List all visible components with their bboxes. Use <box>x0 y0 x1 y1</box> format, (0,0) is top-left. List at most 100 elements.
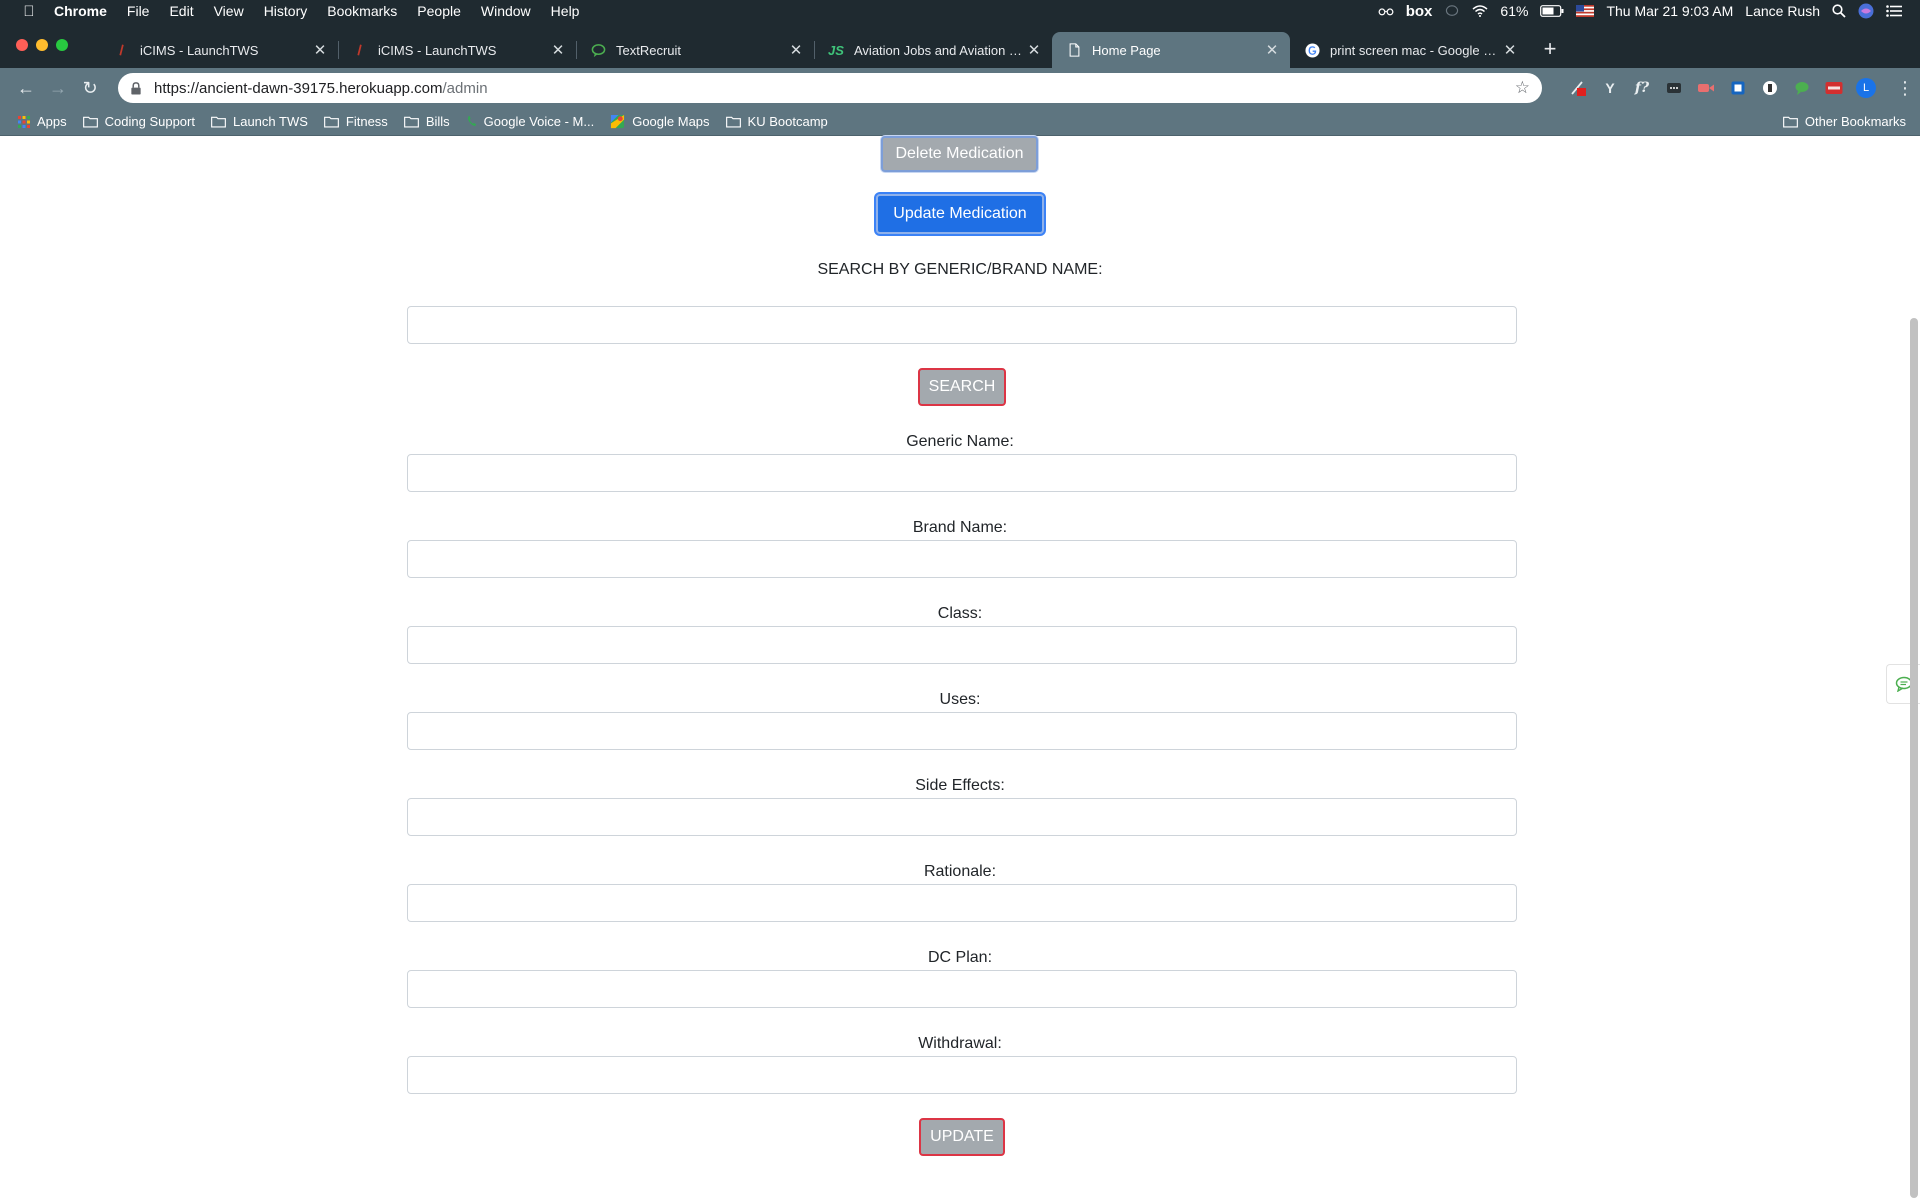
menu-view[interactable]: View <box>214 3 244 19</box>
withdrawal-input[interactable] <box>407 1056 1517 1094</box>
battery-percent: 61% <box>1500 3 1529 19</box>
address-url[interactable]: https://ancient-dawn-39175.herokuapp.com… <box>154 80 1515 97</box>
forward-arrow-icon[interactable]: → <box>42 78 74 99</box>
browser-tab-google-search[interactable]: print screen mac - Google Sear ✕ <box>1290 32 1528 68</box>
rationale-input[interactable] <box>407 884 1517 922</box>
bookmark-google-voice[interactable]: Google Voice - M... <box>466 114 594 129</box>
menu-bookmarks[interactable]: Bookmarks <box>327 3 397 19</box>
new-tab-icon[interactable]: + <box>1536 36 1564 64</box>
minimize-window-icon[interactable] <box>36 39 48 51</box>
page-scrollbar[interactable] <box>1910 318 1918 1198</box>
window-controls <box>16 39 68 51</box>
folder-icon <box>1782 116 1798 128</box>
close-tab-icon[interactable]: ✕ <box>1026 41 1042 59</box>
page-content: Delete Medication Update Medication SEAR… <box>0 136 1920 1200</box>
class-input[interactable] <box>407 626 1517 664</box>
battery-icon[interactable] <box>1540 5 1564 17</box>
bookmark-label: Google Maps <box>632 114 710 129</box>
menubar-clock[interactable]: Thu Mar 21 9:03 AM <box>1606 3 1733 19</box>
brand-name-input[interactable] <box>407 540 1517 578</box>
menu-history[interactable]: History <box>264 3 308 19</box>
dc-plan-label: DC Plan: <box>927 949 993 966</box>
menu-window[interactable]: Window <box>481 3 531 19</box>
google-maps-icon <box>611 114 625 129</box>
side-effects-label: Side Effects: <box>915 777 1005 794</box>
bookmark-folder-coding-support[interactable]: Coding Support <box>82 114 195 129</box>
extension-circle-icon[interactable] <box>1760 78 1780 98</box>
close-tab-icon[interactable]: ✕ <box>312 41 328 59</box>
close-tab-icon[interactable]: ✕ <box>550 41 566 59</box>
reload-icon[interactable]: ↻ <box>74 78 106 99</box>
bookmark-label: Coding Support <box>104 114 195 129</box>
browser-tabstrip: iCIMS - LaunchTWS ✕ iCIMS - LaunchTWS ✕ … <box>0 22 1920 68</box>
update-button[interactable]: UPDATE <box>919 1118 1005 1156</box>
extension-icons: Y f? L ⋮ <box>1568 78 1914 99</box>
menu-file[interactable]: File <box>127 3 150 19</box>
profile-avatar[interactable]: L <box>1856 78 1876 98</box>
extension-y-icon[interactable]: Y <box>1600 78 1620 98</box>
lock-icon[interactable] <box>130 81 142 95</box>
delete-medication-button[interactable]: Delete Medication <box>881 136 1038 172</box>
folder-icon <box>403 116 419 128</box>
bookmark-folder-ku-bootcamp[interactable]: KU Bootcamp <box>725 114 828 129</box>
browser-tab-icims-1[interactable]: iCIMS - LaunchTWS ✕ <box>100 32 338 68</box>
search-label: SEARCH BY GENERIC/BRAND NAME: <box>817 261 1103 278</box>
close-tab-icon[interactable]: ✕ <box>1264 41 1280 59</box>
fullscreen-window-icon[interactable] <box>56 39 68 51</box>
close-window-icon[interactable] <box>16 39 28 51</box>
search-button[interactable]: SEARCH <box>918 368 1006 406</box>
bookmark-folder-other[interactable]: Other Bookmarks <box>1782 114 1906 129</box>
search-input[interactable] <box>407 306 1517 344</box>
address-bar[interactable]: https://ancient-dawn-39175.herokuapp.com… <box>118 73 1542 103</box>
bookmarks-bar: Apps Coding Support Launch TWS Fitness B… <box>0 108 1920 136</box>
extension-cors-icon[interactable] <box>1824 78 1844 98</box>
close-tab-icon[interactable]: ✕ <box>1502 41 1518 59</box>
back-arrow-icon[interactable]: ← <box>10 78 42 99</box>
google-icon <box>1304 42 1320 58</box>
extension-video-icon[interactable] <box>1696 78 1716 98</box>
menubar-user[interactable]: Lance Rush <box>1745 3 1820 19</box>
document-icon <box>1066 42 1082 58</box>
browser-toolbar: ← → ↻ https://ancient-dawn-39175.herokua… <box>0 68 1920 108</box>
close-tab-icon[interactable]: ✕ <box>788 41 804 59</box>
extension-square-icon[interactable] <box>1728 78 1748 98</box>
extension-dots-icon[interactable] <box>1664 78 1684 98</box>
extension-red-pen-icon[interactable] <box>1568 78 1588 98</box>
chat-status-icon[interactable] <box>1444 5 1460 17</box>
us-flag-icon[interactable] <box>1576 5 1595 17</box>
icims-icon <box>114 42 130 58</box>
bookmark-google-maps[interactable]: Google Maps <box>610 114 710 129</box>
bookmark-folder-launch-tws[interactable]: Launch TWS <box>211 114 308 129</box>
box-icon[interactable]: box <box>1406 3 1433 20</box>
extension-function-icon[interactable]: f? <box>1632 78 1652 98</box>
reader-glasses-icon[interactable] <box>1378 5 1394 17</box>
extension-chat-icon[interactable] <box>1792 78 1812 98</box>
spotlight-search-icon[interactable] <box>1832 4 1846 18</box>
menu-edit[interactable]: Edit <box>169 3 193 19</box>
folder-icon <box>725 116 741 128</box>
siri-icon[interactable] <box>1858 3 1874 19</box>
withdrawal-label: Withdrawal: <box>918 1035 1002 1052</box>
browser-tab-icims-2[interactable]: iCIMS - LaunchTWS ✕ <box>338 32 576 68</box>
generic-name-input[interactable] <box>407 454 1517 492</box>
bookmark-folder-bills[interactable]: Bills <box>403 114 450 129</box>
bookmark-folder-fitness[interactable]: Fitness <box>324 114 388 129</box>
dc-plan-input[interactable] <box>407 970 1517 1008</box>
wifi-icon[interactable] <box>1472 5 1488 17</box>
uses-input[interactable] <box>407 712 1517 750</box>
folder-icon <box>82 116 98 128</box>
tab-title: print screen mac - Google Sear <box>1330 42 1502 58</box>
menu-app-chrome[interactable]: Chrome <box>54 3 107 19</box>
bookmark-apps[interactable]: Apps <box>18 114 67 129</box>
chrome-menu-icon[interactable]: ⋮ <box>1896 78 1914 99</box>
side-effects-input[interactable] <box>407 798 1517 836</box>
notification-center-icon[interactable] <box>1886 5 1902 17</box>
menu-help[interactable]: Help <box>551 3 580 19</box>
bookmark-star-icon[interactable]: ☆ <box>1515 78 1530 98</box>
update-medication-button[interactable]: Update Medication <box>876 194 1044 234</box>
browser-tab-textrecruit[interactable]: TextRecruit ✕ <box>576 32 814 68</box>
apple-menu-icon[interactable]:  <box>20 3 38 20</box>
menu-people[interactable]: People <box>417 3 461 19</box>
browser-tab-aviation-jobs[interactable]: JS Aviation Jobs and Aviation Emp ✕ <box>814 32 1052 68</box>
browser-tab-home-page[interactable]: Home Page ✕ <box>1052 32 1290 68</box>
